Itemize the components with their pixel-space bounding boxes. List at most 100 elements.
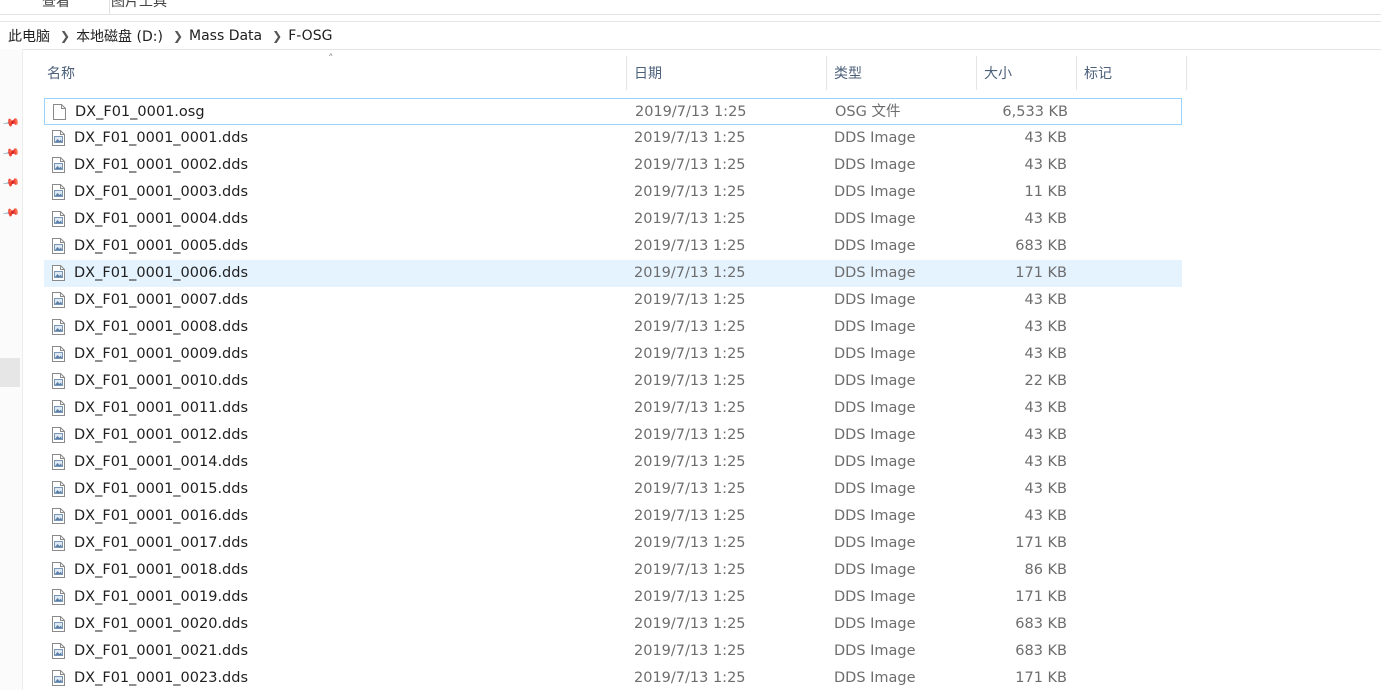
file-type: DDS Image <box>834 643 916 659</box>
file-date: 2019/7/13 1:25 <box>634 535 746 551</box>
file-type: DDS Image <box>834 238 916 254</box>
file-date: 2019/7/13 1:25 <box>634 184 746 200</box>
file-row[interactable]: DX_F01_0001_0021.dds 2019/7/13 1:25 DDS Im… <box>44 638 1182 665</box>
file-date: 2019/7/13 1:25 <box>634 373 746 389</box>
breadcrumb-f-osg[interactable]: F-OSG <box>288 28 332 44</box>
pin-icon[interactable]: 📌 <box>1 203 21 222</box>
file-row[interactable]: DX_F01_0001_0009.dds 2019/7/13 1:25 DDS Im… <box>44 341 1182 368</box>
file-date: 2019/7/13 1:25 <box>634 562 746 578</box>
address-bar[interactable]: 此电脑 ❯ 本地磁盘 (D:) ❯ Mass Data ❯ F-OSG <box>0 21 1381 50</box>
file-date: 2019/7/13 1:25 <box>634 616 746 632</box>
file-size: 43 KB <box>1024 427 1067 443</box>
file-name: DX_F01_0001_0018.dds <box>74 562 249 578</box>
file-date: 2019/7/13 1:25 <box>634 292 746 308</box>
file-size: 43 KB <box>1024 508 1067 524</box>
file-name: DX_F01_0001_0014.dds <box>74 454 249 470</box>
ribbon-tab-picture-tools[interactable]: 图片工具 <box>111 0 167 11</box>
file-row[interactable]: DX_F01_0001_0017.dds 2019/7/13 1:25 DDS Im… <box>44 530 1182 557</box>
file-type: DDS Image <box>834 589 916 605</box>
file-size: 86 KB <box>1024 562 1067 578</box>
pin-icon[interactable]: 📌 <box>1 173 21 192</box>
column-header-tags[interactable]: 标记 <box>1084 56 1184 90</box>
image-file-icon <box>52 265 65 281</box>
blank-file-icon <box>53 104 66 120</box>
breadcrumb-this-pc[interactable]: 此电脑 <box>0 26 50 46</box>
file-row[interactable]: DX_F01_0001_0003.dds 2019/7/13 1:25 DDS Im… <box>44 179 1182 206</box>
file-type: DDS Image <box>834 616 916 632</box>
file-size: 171 KB <box>1015 589 1067 605</box>
file-row[interactable]: DX_F01_0001_0020.dds 2019/7/13 1:25 DDS Im… <box>44 611 1182 638</box>
file-name: DX_F01_0001_0019.dds <box>74 589 249 605</box>
chevron-right-icon[interactable]: ❯ <box>173 29 183 43</box>
column-divider[interactable] <box>626 56 627 90</box>
nav-selected-item[interactable] <box>0 358 20 387</box>
file-row[interactable]: DX_F01_0001_0002.dds 2019/7/13 1:25 DDS Im… <box>44 152 1182 179</box>
breadcrumb-drive-d[interactable]: 本地磁盘 (D:) <box>76 26 163 46</box>
file-size: 43 KB <box>1024 211 1067 227</box>
file-name: DX_F01_0001_0008.dds <box>74 319 249 335</box>
file-row[interactable]: DX_F01_0001_0023.dds 2019/7/13 1:25 DDS Im… <box>44 665 1182 692</box>
image-file-icon <box>52 184 65 200</box>
image-file-icon <box>52 670 65 686</box>
file-row[interactable]: DX_F01_0001_0019.dds 2019/7/13 1:25 DDS Im… <box>44 584 1182 611</box>
column-header-date[interactable]: 日期 <box>634 56 824 90</box>
image-file-icon <box>52 427 65 443</box>
file-type: DDS Image <box>834 319 916 335</box>
file-row[interactable]: DX_F01_0001_0012.dds 2019/7/13 1:25 DDS Im… <box>44 422 1182 449</box>
file-date: 2019/7/13 1:25 <box>634 400 746 416</box>
file-row[interactable]: DX_F01_0001_0007.dds 2019/7/13 1:25 DDS Im… <box>44 287 1182 314</box>
column-header-name-label: 名称 <box>47 66 75 82</box>
image-file-icon <box>52 319 65 335</box>
file-row[interactable]: DX_F01_0001_0018.dds 2019/7/13 1:25 DDS Im… <box>44 557 1182 584</box>
column-divider[interactable] <box>1076 56 1077 90</box>
file-row[interactable]: DX_F01_0001_0011.dds 2019/7/13 1:25 DDS Im… <box>44 395 1182 422</box>
chevron-right-icon[interactable]: ❯ <box>272 29 282 43</box>
chevron-right-icon[interactable]: ❯ <box>60 29 70 43</box>
file-size: 171 KB <box>1015 670 1067 686</box>
file-size: 6,533 KB <box>1002 104 1068 120</box>
image-file-icon <box>52 508 65 524</box>
file-type: OSG 文件 <box>835 104 901 120</box>
column-header-name[interactable]: 名称 <box>47 56 625 90</box>
file-row[interactable]: DX_F01_0001.osg 2019/7/13 1:25 OSG 文件 6,533… <box>44 98 1182 125</box>
file-row[interactable]: DX_F01_0001_0016.dds 2019/7/13 1:25 DDS Im… <box>44 503 1182 530</box>
column-header-type[interactable]: 类型 <box>834 56 974 90</box>
file-type: DDS Image <box>834 184 916 200</box>
file-name: DX_F01_0001_0021.dds <box>74 643 249 659</box>
ribbon-tab-view[interactable]: 查看 <box>42 0 70 11</box>
file-size: 43 KB <box>1024 346 1067 362</box>
file-row[interactable]: DX_F01_0001_0015.dds 2019/7/13 1:25 DDS Im… <box>44 476 1182 503</box>
file-size: 11 KB <box>1024 184 1067 200</box>
pin-icon[interactable]: 📌 <box>1 143 21 162</box>
column-header-size[interactable]: 大小 <box>984 56 1074 90</box>
column-divider[interactable] <box>826 56 827 90</box>
file-name: DX_F01_0001_0012.dds <box>74 427 249 443</box>
column-divider[interactable] <box>976 56 977 90</box>
file-name: DX_F01_0001_0017.dds <box>74 535 249 551</box>
pin-icon[interactable]: 📌 <box>1 113 21 132</box>
file-type: DDS Image <box>834 400 916 416</box>
column-header-size-label: 大小 <box>984 66 1012 82</box>
file-type: DDS Image <box>834 130 916 146</box>
file-row[interactable]: DX_F01_0001_0004.dds 2019/7/13 1:25 DDS Im… <box>44 206 1182 233</box>
file-name: DX_F01_0001_0023.dds <box>74 670 249 686</box>
file-date: 2019/7/13 1:25 <box>634 130 746 146</box>
file-row[interactable]: DX_F01_0001_0006.dds 2019/7/13 1:25 DDS Im… <box>44 260 1182 287</box>
file-size: 43 KB <box>1024 130 1067 146</box>
file-size: 683 KB <box>1015 616 1067 632</box>
image-file-icon <box>52 211 65 227</box>
file-name: DX_F01_0001_0005.dds <box>74 238 249 254</box>
file-row[interactable]: DX_F01_0001_0008.dds 2019/7/13 1:25 DDS Im… <box>44 314 1182 341</box>
file-row[interactable]: DX_F01_0001_0010.dds 2019/7/13 1:25 DDS Im… <box>44 368 1182 395</box>
file-row[interactable]: DX_F01_0001_0005.dds 2019/7/13 1:25 DDS Im… <box>44 233 1182 260</box>
file-row[interactable]: DX_F01_0001_0001.dds 2019/7/13 1:25 DDS Im… <box>44 125 1182 152</box>
file-size: 43 KB <box>1024 481 1067 497</box>
ribbon: 查看 图片工具 <box>0 0 1381 15</box>
image-file-icon <box>52 535 65 551</box>
column-divider[interactable] <box>1186 56 1187 90</box>
image-file-icon <box>52 157 65 173</box>
breadcrumb-mass-data[interactable]: Mass Data <box>189 28 262 44</box>
file-row[interactable]: DX_F01_0001_0014.dds 2019/7/13 1:25 DDS Im… <box>44 449 1182 476</box>
file-size: 43 KB <box>1024 292 1067 308</box>
column-header-date-label: 日期 <box>634 66 662 82</box>
